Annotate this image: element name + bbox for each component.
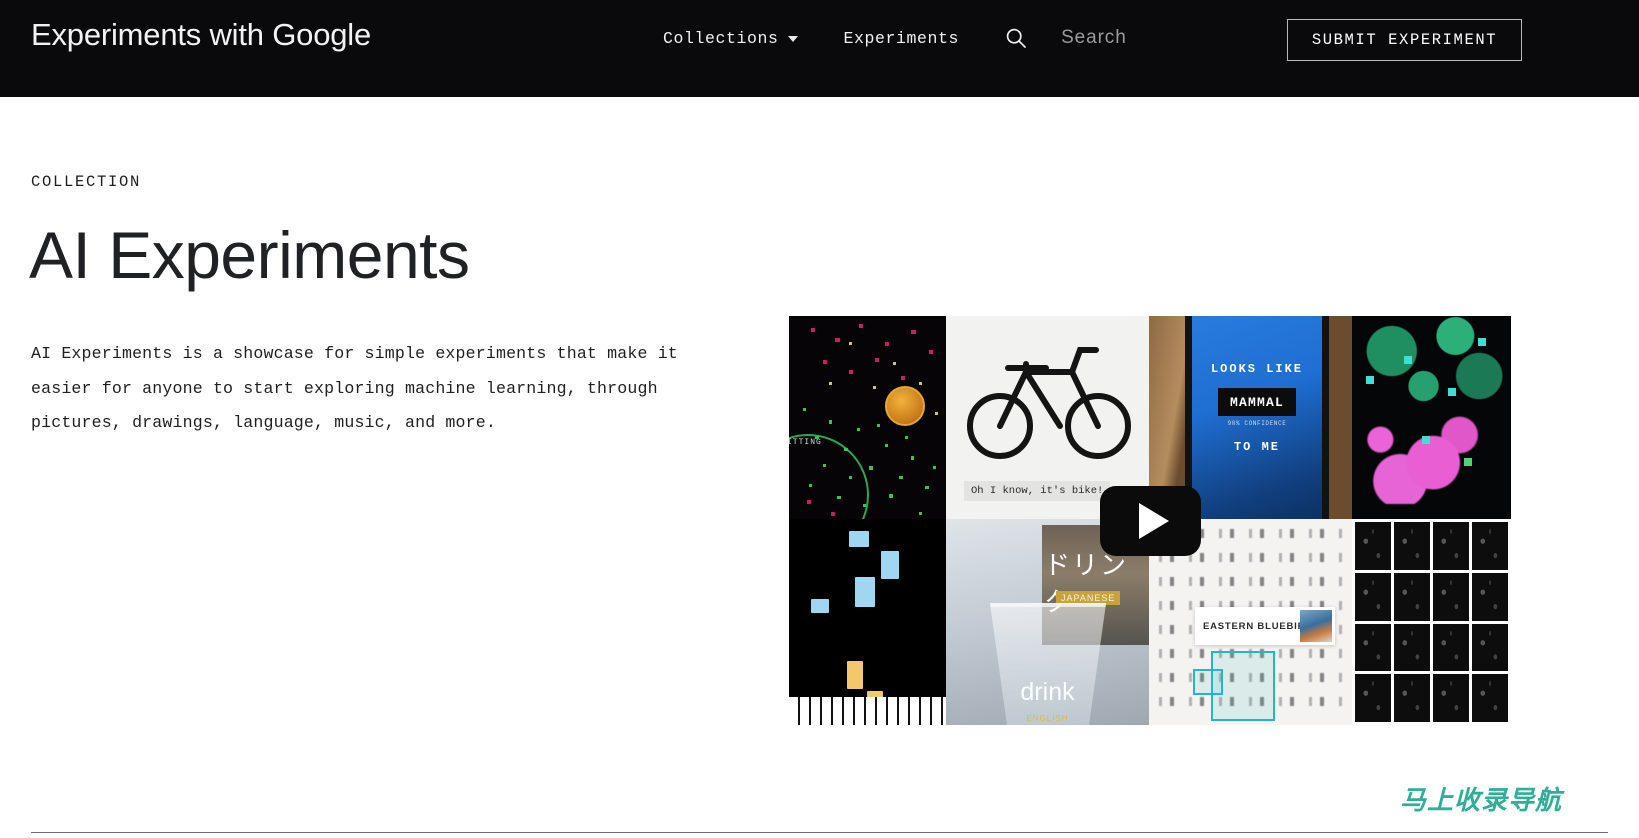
- phone-line-2: TO ME: [1192, 440, 1322, 454]
- search-icon[interactable]: [1004, 26, 1028, 50]
- bike-sketch-icon: [964, 338, 1134, 468]
- nav-item-collections[interactable]: Collections: [663, 29, 798, 48]
- piano-note: [881, 551, 899, 579]
- play-button-icon[interactable]: [1100, 486, 1201, 556]
- collection-eyebrow: COLLECTION: [31, 173, 141, 191]
- phone-line-1: LOOKS LIKE: [1192, 362, 1322, 376]
- site-logo[interactable]: Experiments with Google: [31, 14, 371, 56]
- feature-cell: [1394, 674, 1430, 722]
- feature-cell: [1394, 522, 1430, 570]
- feature-cell: [1472, 624, 1508, 672]
- nav-item-experiments[interactable]: Experiments: [844, 29, 960, 48]
- pixel-cyan-dot: [1448, 388, 1456, 396]
- bike-caption: Oh I know, it's bike!: [964, 481, 1110, 501]
- piano-note: [855, 577, 875, 607]
- collection-description: AI Experiments is a showcase for simple …: [31, 337, 691, 441]
- language-tag: JAPANESE: [1056, 591, 1120, 605]
- translated-text: drink: [946, 678, 1149, 707]
- tile-pixel-map: [1352, 316, 1511, 519]
- bird-label: EASTERN BLUEBIRD: [1203, 621, 1313, 632]
- spectrogram-row: [1153, 577, 1348, 586]
- piano-note: [849, 531, 869, 547]
- tile-feature-grid: [1352, 519, 1511, 725]
- phone-label-chip: MAMMAL: [1218, 388, 1296, 416]
- footer-divider: [31, 832, 1608, 833]
- feature-cell: [1472, 522, 1508, 570]
- pixel-cyan-dot: [1366, 376, 1374, 384]
- bird-label-card: EASTERN BLUEBIRD: [1195, 607, 1335, 645]
- source-language-caption: ENGLISH: [946, 714, 1149, 723]
- nav-item-collections-label: Collections: [663, 29, 779, 48]
- pixel-cyan-dot: [1404, 356, 1412, 364]
- chevron-down-icon: [788, 36, 798, 42]
- feature-cell: [1433, 573, 1469, 621]
- selection-box-large[interactable]: [1211, 651, 1275, 721]
- phone-screen: LOOKS LIKE MAMMAL 90% CONFIDENCE TO ME: [1185, 316, 1329, 519]
- search-input[interactable]: Search: [1061, 27, 1127, 49]
- bird-thumbnail: [1300, 610, 1332, 642]
- submit-experiment-button[interactable]: SUBMIT EXPERIMENT: [1287, 19, 1522, 61]
- piano-note: [847, 661, 863, 689]
- feature-cell: [1472, 573, 1508, 621]
- pixel-cyan-dot: [1422, 436, 1430, 444]
- feature-cell: [1355, 674, 1391, 722]
- play-triangle: [1139, 503, 1169, 539]
- feature-cell: [1433, 624, 1469, 672]
- feature-cell: [1394, 573, 1430, 621]
- feature-cell: [1394, 624, 1430, 672]
- nav-item-experiments-label: Experiments: [844, 29, 960, 48]
- feature-cell: [1355, 522, 1391, 570]
- pixel-green-region: [1352, 316, 1511, 416]
- piano-keys: [789, 697, 946, 725]
- feature-cell: [1433, 522, 1469, 570]
- site-header: Experiments with Google Collections Expe…: [0, 0, 1639, 97]
- tile-piano-roll: [789, 519, 946, 725]
- pixel-cyan-dot: [1478, 338, 1486, 346]
- scatter-points: [789, 316, 946, 519]
- pixel-green-dot: [1464, 458, 1472, 466]
- feature-cell: [1472, 674, 1508, 722]
- tile-particle-scatter: ITTING: [789, 316, 946, 519]
- feature-cell: [1433, 674, 1469, 722]
- phone-confidence: 90% CONFIDENCE: [1192, 420, 1322, 427]
- primary-nav: Collections Experiments Search: [663, 26, 1127, 50]
- page-title: AI Experiments: [29, 214, 470, 296]
- watermark: 马上收录导航: [1400, 780, 1562, 817]
- feature-cell: [1355, 573, 1391, 621]
- piano-note: [811, 599, 829, 613]
- feature-cell: [1355, 624, 1391, 672]
